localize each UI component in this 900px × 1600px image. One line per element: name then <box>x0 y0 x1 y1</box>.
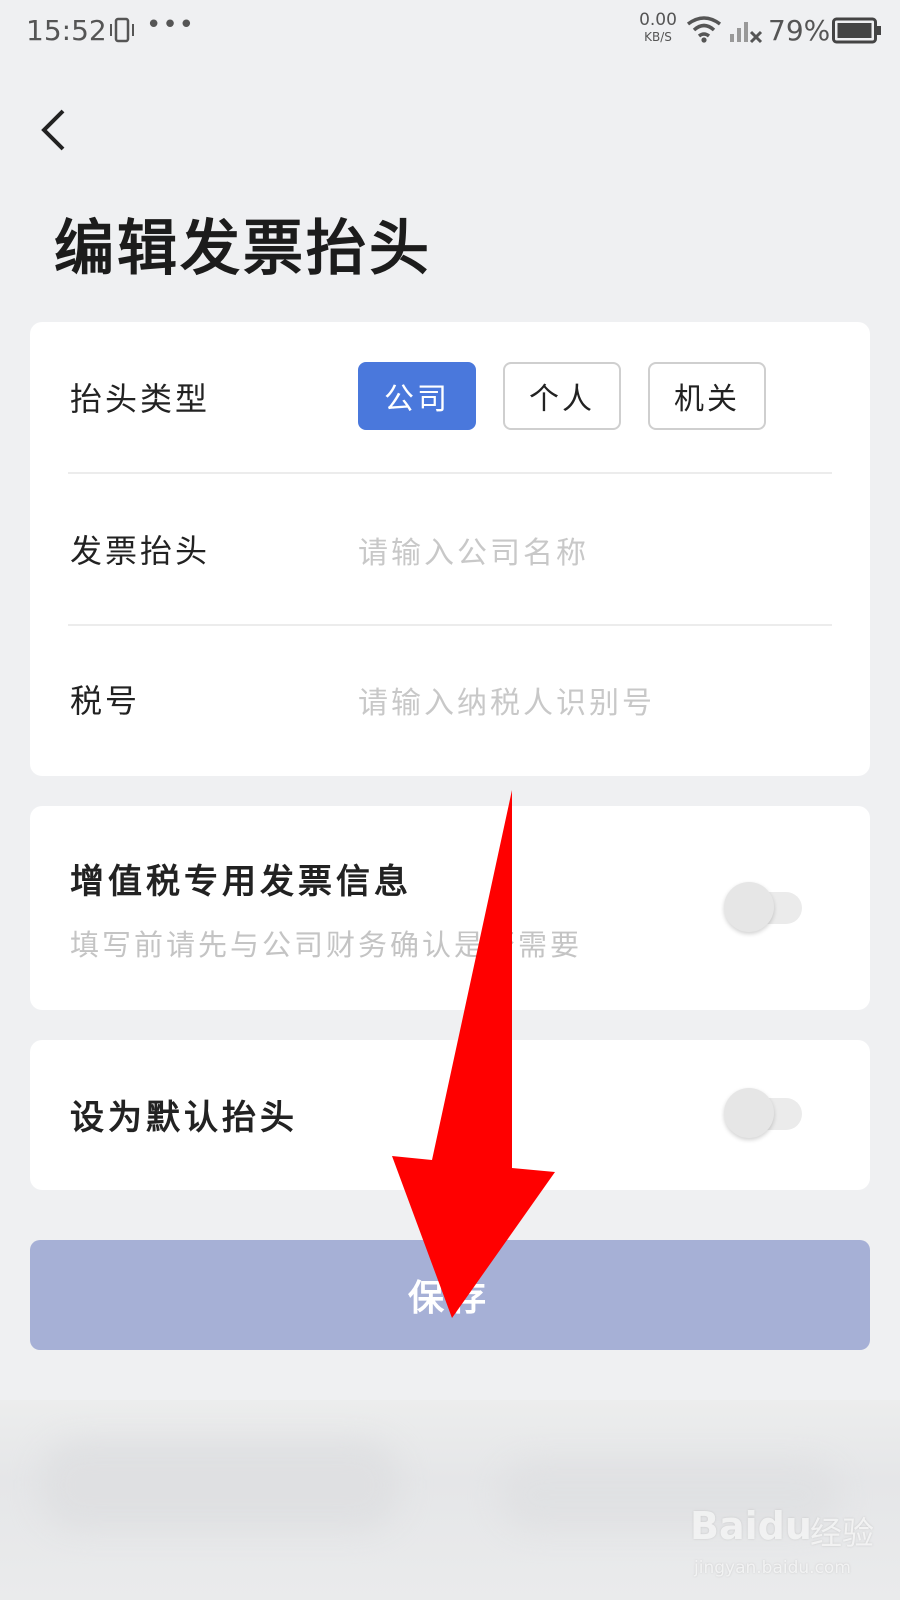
network-speed-value: 0.00 <box>639 10 677 30</box>
vibrate-icon <box>108 16 136 48</box>
chevron-left-icon <box>41 109 65 151</box>
toggle-knob <box>724 882 774 932</box>
network-speed-unit: KB/S <box>644 30 672 44</box>
status-time: 15:52 <box>26 14 107 47</box>
back-button[interactable] <box>30 104 78 156</box>
tax-id-label: 税号 <box>70 682 141 720</box>
type-option-government[interactable]: 机关 <box>648 362 766 430</box>
battery-icon <box>832 17 882 49</box>
save-button[interactable]: 保存 <box>30 1240 870 1350</box>
vat-toggle[interactable] <box>724 882 806 932</box>
watermark-logo: Baidu <box>690 1504 812 1548</box>
vat-title: 增值税专用发票信息 <box>70 862 412 902</box>
divider <box>68 472 832 474</box>
default-header-card: 设为默认抬头 <box>30 1040 870 1190</box>
baidu-jingyan-watermark: Baidu 经验 jingyan.baidu.com <box>690 1500 890 1590</box>
type-option-personal[interactable]: 个人 <box>503 362 621 430</box>
vat-invoice-card: 增值税专用发票信息 填写前请先与公司财务确认是否需要 <box>30 806 870 1010</box>
network-speed: 0.00 KB/S <box>636 10 680 44</box>
default-header-toggle[interactable] <box>724 1088 806 1138</box>
cellular-signal-icon <box>730 16 764 48</box>
status-bar: 15:52 ••• 0.00 KB/S 79% <box>0 0 900 62</box>
watermark-brand: 经验 <box>810 1514 875 1552</box>
more-notifications-icon: ••• <box>146 10 196 40</box>
page-title: 编辑发票抬头 <box>54 214 432 284</box>
vat-subtitle: 填写前请先与公司财务确认是否需要 <box>70 928 583 962</box>
battery-percent: 79% <box>768 14 831 47</box>
invoice-form-card: 抬头类型 公司 个人 机关 发票抬头 税号 <box>30 322 870 776</box>
invoice-title-label: 发票抬头 <box>70 532 211 570</box>
wifi-icon <box>686 14 722 48</box>
toggle-knob <box>724 1088 774 1138</box>
tax-id-input[interactable] <box>358 678 798 728</box>
blur-shape <box>40 1440 400 1530</box>
watermark-url: jingyan.baidu.com <box>694 1558 851 1578</box>
invoice-title-input[interactable] <box>358 528 798 578</box>
default-header-title: 设为默认抬头 <box>70 1098 298 1138</box>
divider <box>68 624 832 626</box>
type-option-company[interactable]: 公司 <box>358 362 476 430</box>
header-type-label: 抬头类型 <box>70 380 211 418</box>
